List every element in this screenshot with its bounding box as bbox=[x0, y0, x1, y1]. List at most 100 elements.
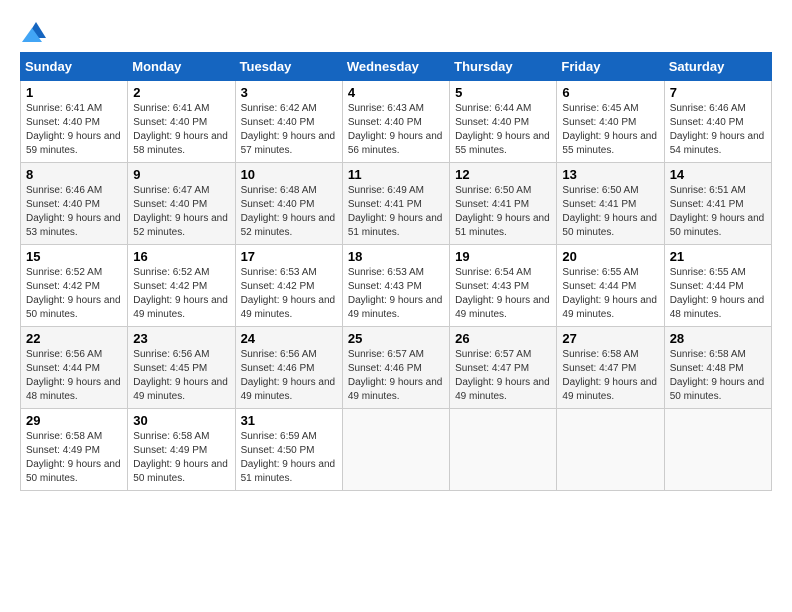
calendar-cell: 27 Sunrise: 6:58 AM Sunset: 4:47 PM Dayl… bbox=[557, 327, 664, 409]
day-number: 29 bbox=[26, 413, 122, 428]
day-info: Sunrise: 6:48 AM Sunset: 4:40 PM Dayligh… bbox=[241, 184, 337, 240]
day-info: Sunrise: 6:52 AM Sunset: 4:42 PM Dayligh… bbox=[26, 266, 122, 322]
day-info: Sunrise: 6:56 AM Sunset: 4:46 PM Dayligh… bbox=[241, 348, 337, 404]
logo-arrow-icon bbox=[22, 20, 50, 42]
day-header-friday: Friday bbox=[557, 53, 664, 81]
day-info: Sunrise: 6:51 AM Sunset: 4:41 PM Dayligh… bbox=[670, 184, 766, 240]
day-header-saturday: Saturday bbox=[664, 53, 771, 81]
calendar-cell: 18 Sunrise: 6:53 AM Sunset: 4:43 PM Dayl… bbox=[342, 245, 449, 327]
day-info: Sunrise: 6:55 AM Sunset: 4:44 PM Dayligh… bbox=[562, 266, 658, 322]
day-header-sunday: Sunday bbox=[21, 53, 128, 81]
calendar-header-row: SundayMondayTuesdayWednesdayThursdayFrid… bbox=[21, 53, 772, 81]
day-number: 11 bbox=[348, 167, 444, 182]
day-info: Sunrise: 6:43 AM Sunset: 4:40 PM Dayligh… bbox=[348, 102, 444, 158]
calendar-cell: 4 Sunrise: 6:43 AM Sunset: 4:40 PM Dayli… bbox=[342, 81, 449, 163]
day-number: 6 bbox=[562, 85, 658, 100]
calendar-cell bbox=[342, 409, 449, 491]
day-header-thursday: Thursday bbox=[450, 53, 557, 81]
day-info: Sunrise: 6:42 AM Sunset: 4:40 PM Dayligh… bbox=[241, 102, 337, 158]
day-number: 27 bbox=[562, 331, 658, 346]
day-number: 12 bbox=[455, 167, 551, 182]
day-info: Sunrise: 6:58 AM Sunset: 4:49 PM Dayligh… bbox=[133, 430, 229, 486]
day-number: 21 bbox=[670, 249, 766, 264]
day-number: 20 bbox=[562, 249, 658, 264]
day-info: Sunrise: 6:54 AM Sunset: 4:43 PM Dayligh… bbox=[455, 266, 551, 322]
calendar-cell: 25 Sunrise: 6:57 AM Sunset: 4:46 PM Dayl… bbox=[342, 327, 449, 409]
calendar-cell bbox=[450, 409, 557, 491]
day-info: Sunrise: 6:56 AM Sunset: 4:45 PM Dayligh… bbox=[133, 348, 229, 404]
calendar-cell: 24 Sunrise: 6:56 AM Sunset: 4:46 PM Dayl… bbox=[235, 327, 342, 409]
day-info: Sunrise: 6:41 AM Sunset: 4:40 PM Dayligh… bbox=[133, 102, 229, 158]
calendar-week-row: 22 Sunrise: 6:56 AM Sunset: 4:44 PM Dayl… bbox=[21, 327, 772, 409]
calendar-week-row: 15 Sunrise: 6:52 AM Sunset: 4:42 PM Dayl… bbox=[21, 245, 772, 327]
day-header-wednesday: Wednesday bbox=[342, 53, 449, 81]
day-number: 17 bbox=[241, 249, 337, 264]
day-header-monday: Monday bbox=[128, 53, 235, 81]
day-number: 10 bbox=[241, 167, 337, 182]
day-number: 7 bbox=[670, 85, 766, 100]
day-info: Sunrise: 6:58 AM Sunset: 4:49 PM Dayligh… bbox=[26, 430, 122, 486]
calendar-cell bbox=[557, 409, 664, 491]
day-number: 3 bbox=[241, 85, 337, 100]
calendar-week-row: 1 Sunrise: 6:41 AM Sunset: 4:40 PM Dayli… bbox=[21, 81, 772, 163]
calendar-cell: 30 Sunrise: 6:58 AM Sunset: 4:49 PM Dayl… bbox=[128, 409, 235, 491]
logo bbox=[20, 20, 50, 42]
day-header-tuesday: Tuesday bbox=[235, 53, 342, 81]
calendar-cell: 19 Sunrise: 6:54 AM Sunset: 4:43 PM Dayl… bbox=[450, 245, 557, 327]
day-info: Sunrise: 6:58 AM Sunset: 4:47 PM Dayligh… bbox=[562, 348, 658, 404]
day-info: Sunrise: 6:57 AM Sunset: 4:46 PM Dayligh… bbox=[348, 348, 444, 404]
calendar-cell: 14 Sunrise: 6:51 AM Sunset: 4:41 PM Dayl… bbox=[664, 163, 771, 245]
day-info: Sunrise: 6:57 AM Sunset: 4:47 PM Dayligh… bbox=[455, 348, 551, 404]
day-info: Sunrise: 6:55 AM Sunset: 4:44 PM Dayligh… bbox=[670, 266, 766, 322]
day-number: 4 bbox=[348, 85, 444, 100]
day-number: 13 bbox=[562, 167, 658, 182]
calendar-cell: 15 Sunrise: 6:52 AM Sunset: 4:42 PM Dayl… bbox=[21, 245, 128, 327]
calendar-cell: 21 Sunrise: 6:55 AM Sunset: 4:44 PM Dayl… bbox=[664, 245, 771, 327]
calendar-cell: 29 Sunrise: 6:58 AM Sunset: 4:49 PM Dayl… bbox=[21, 409, 128, 491]
day-info: Sunrise: 6:41 AM Sunset: 4:40 PM Dayligh… bbox=[26, 102, 122, 158]
day-number: 25 bbox=[348, 331, 444, 346]
calendar-cell: 13 Sunrise: 6:50 AM Sunset: 4:41 PM Dayl… bbox=[557, 163, 664, 245]
calendar-week-row: 29 Sunrise: 6:58 AM Sunset: 4:49 PM Dayl… bbox=[21, 409, 772, 491]
page-header bbox=[20, 20, 772, 42]
day-number: 2 bbox=[133, 85, 229, 100]
day-number: 24 bbox=[241, 331, 337, 346]
day-number: 26 bbox=[455, 331, 551, 346]
day-number: 16 bbox=[133, 249, 229, 264]
day-number: 23 bbox=[133, 331, 229, 346]
day-info: Sunrise: 6:53 AM Sunset: 4:43 PM Dayligh… bbox=[348, 266, 444, 322]
calendar-week-row: 8 Sunrise: 6:46 AM Sunset: 4:40 PM Dayli… bbox=[21, 163, 772, 245]
day-number: 19 bbox=[455, 249, 551, 264]
calendar-cell: 16 Sunrise: 6:52 AM Sunset: 4:42 PM Dayl… bbox=[128, 245, 235, 327]
day-number: 14 bbox=[670, 167, 766, 182]
day-number: 30 bbox=[133, 413, 229, 428]
calendar-cell: 1 Sunrise: 6:41 AM Sunset: 4:40 PM Dayli… bbox=[21, 81, 128, 163]
calendar-cell: 2 Sunrise: 6:41 AM Sunset: 4:40 PM Dayli… bbox=[128, 81, 235, 163]
calendar-cell: 6 Sunrise: 6:45 AM Sunset: 4:40 PM Dayli… bbox=[557, 81, 664, 163]
day-info: Sunrise: 6:52 AM Sunset: 4:42 PM Dayligh… bbox=[133, 266, 229, 322]
day-number: 1 bbox=[26, 85, 122, 100]
day-number: 8 bbox=[26, 167, 122, 182]
calendar-cell bbox=[664, 409, 771, 491]
calendar-cell: 11 Sunrise: 6:49 AM Sunset: 4:41 PM Dayl… bbox=[342, 163, 449, 245]
day-number: 18 bbox=[348, 249, 444, 264]
calendar-cell: 20 Sunrise: 6:55 AM Sunset: 4:44 PM Dayl… bbox=[557, 245, 664, 327]
calendar-cell: 26 Sunrise: 6:57 AM Sunset: 4:47 PM Dayl… bbox=[450, 327, 557, 409]
calendar-cell: 12 Sunrise: 6:50 AM Sunset: 4:41 PM Dayl… bbox=[450, 163, 557, 245]
day-info: Sunrise: 6:50 AM Sunset: 4:41 PM Dayligh… bbox=[562, 184, 658, 240]
day-number: 28 bbox=[670, 331, 766, 346]
calendar-cell: 23 Sunrise: 6:56 AM Sunset: 4:45 PM Dayl… bbox=[128, 327, 235, 409]
calendar-cell: 31 Sunrise: 6:59 AM Sunset: 4:50 PM Dayl… bbox=[235, 409, 342, 491]
day-number: 9 bbox=[133, 167, 229, 182]
day-info: Sunrise: 6:44 AM Sunset: 4:40 PM Dayligh… bbox=[455, 102, 551, 158]
day-info: Sunrise: 6:53 AM Sunset: 4:42 PM Dayligh… bbox=[241, 266, 337, 322]
day-number: 5 bbox=[455, 85, 551, 100]
day-info: Sunrise: 6:58 AM Sunset: 4:48 PM Dayligh… bbox=[670, 348, 766, 404]
day-number: 31 bbox=[241, 413, 337, 428]
calendar-cell: 28 Sunrise: 6:58 AM Sunset: 4:48 PM Dayl… bbox=[664, 327, 771, 409]
day-number: 22 bbox=[26, 331, 122, 346]
calendar-table: SundayMondayTuesdayWednesdayThursdayFrid… bbox=[20, 52, 772, 491]
calendar-cell: 10 Sunrise: 6:48 AM Sunset: 4:40 PM Dayl… bbox=[235, 163, 342, 245]
calendar-cell: 8 Sunrise: 6:46 AM Sunset: 4:40 PM Dayli… bbox=[21, 163, 128, 245]
calendar-cell: 5 Sunrise: 6:44 AM Sunset: 4:40 PM Dayli… bbox=[450, 81, 557, 163]
